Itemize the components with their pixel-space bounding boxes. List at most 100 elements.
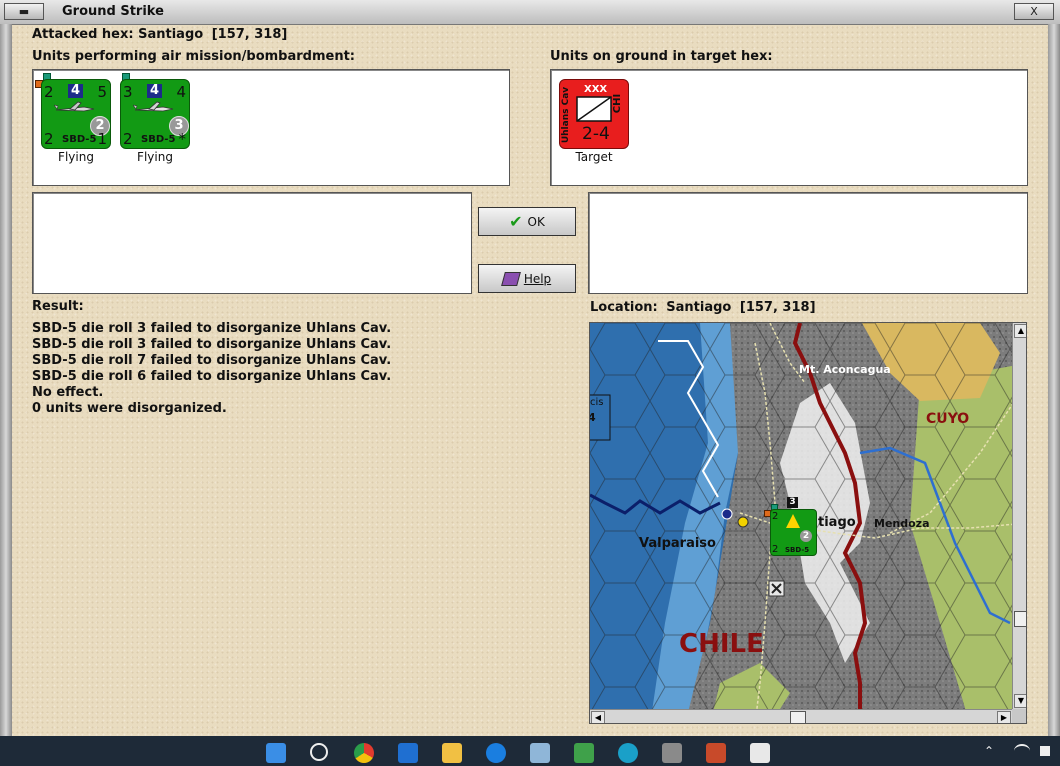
map-unit-top-value: 2 [772, 511, 779, 522]
attacked-hex-line: Attacked hex: Santiago [157, 318] [32, 27, 287, 42]
partial-box-text: cis [590, 397, 604, 408]
title-bar: ▬ Ground Strike X [0, 0, 1060, 25]
air-units-panel: 2 4 5 2 2 SBD-5 1 Flying 3 4 4 3 2 SBD-5… [32, 69, 510, 186]
santiago-label: tiago [818, 515, 856, 530]
unit-type-box: 4 [68, 84, 83, 98]
map-air-unit-counter[interactable]: 2 2 2 SBD-5 [770, 509, 817, 556]
calculator-icon[interactable] [662, 743, 682, 763]
scrollbar-corner [1012, 709, 1026, 723]
location-coords: [157, 318] [739, 300, 816, 315]
chile-label: CHILE [679, 629, 764, 659]
result-line: SBD-5 die roll 3 failed to disorganize U… [32, 321, 392, 336]
result-line: SBD-5 die roll 3 failed to disorganize U… [32, 337, 392, 352]
attacked-hex-place: Santiago [138, 27, 204, 42]
unit-extra-value: 1 [97, 130, 107, 148]
window-title: Ground Strike [62, 4, 164, 19]
vertical-scroll-thumb[interactable] [1014, 611, 1026, 627]
scroll-down-arrow-icon[interactable]: ▼ [1014, 694, 1026, 708]
mendoza-label: Mendoza [874, 517, 930, 530]
unit-size-marker: XXX [584, 84, 608, 95]
hp-app-icon[interactable] [398, 743, 418, 763]
help-book-icon [500, 271, 521, 286]
speaker-icon[interactable] [1040, 746, 1050, 756]
attacked-hex-coords: [157, 318] [211, 27, 288, 42]
close-button[interactable]: X [1014, 3, 1054, 20]
result-line: SBD-5 die roll 6 failed to disorganize U… [32, 369, 392, 384]
unit-type-box: 4 [147, 84, 162, 98]
air-unit-counter[interactable]: 2 4 5 2 2 SBD-5 1 [41, 79, 111, 149]
wargame-app-icon[interactable] [706, 743, 726, 763]
mt-aconcagua-label: Mt. Aconcagua [799, 363, 891, 376]
tray-chevron-icon[interactable]: ⌃ [984, 744, 994, 758]
scroll-left-arrow-icon[interactable]: ◀ [591, 711, 605, 723]
unit-range-value: 5 [97, 83, 107, 101]
ok-label: OK [527, 214, 545, 229]
partial-box-number: 4 [590, 411, 596, 424]
anchor-icon [721, 508, 733, 520]
scroll-right-arrow-icon[interactable]: ▶ [997, 711, 1011, 723]
left-frame [0, 24, 12, 736]
cavalry-symbol-icon [576, 96, 612, 122]
game-app-icon[interactable] [574, 743, 594, 763]
minimize-button[interactable]: ▬ [4, 3, 44, 20]
map-unit-steps: 2 [800, 530, 812, 542]
right-frame [1048, 24, 1060, 736]
unit-status: Flying [137, 150, 173, 164]
plane-icon [54, 101, 95, 112]
map-horizontal-scrollbar[interactable]: ◀ ▶ [590, 709, 1012, 723]
unit-status: Target [575, 150, 613, 164]
unit-name: SBD-5 [141, 134, 176, 145]
map-unit-bottom-value: 2 [772, 544, 779, 555]
chrome-browser-icon[interactable] [354, 743, 374, 763]
defender-info-panel [588, 192, 1028, 294]
file-explorer-icon[interactable] [442, 743, 462, 763]
unit-name-vertical: Uhlans Cav [561, 86, 571, 144]
unit-defense-value: 2 [123, 130, 133, 148]
unit-nation: CHI [611, 93, 623, 114]
horizontal-scroll-thumb[interactable] [790, 711, 806, 723]
map-unit-name: SBD-5 [785, 546, 810, 554]
attacked-hex-label: Attacked hex: [32, 27, 134, 42]
ground-units-panel: Uhlans Cav XXX CHI 2-4 Target [550, 69, 1028, 186]
attacker-info-panel [32, 192, 472, 294]
plane-icon [133, 101, 174, 112]
unit-range-value: 4 [176, 83, 186, 101]
result-heading: Result: [32, 299, 84, 314]
air-units-heading: Units performing air mission/bombardment… [32, 49, 356, 64]
unit-strength: 2-4 [582, 124, 610, 144]
explosion-icon [786, 514, 800, 528]
help-app-icon[interactable] [486, 743, 506, 763]
unit-attack-value: 2 [44, 83, 54, 101]
edge-browser-icon[interactable] [618, 743, 638, 763]
result-line: No effect. [32, 385, 104, 400]
map-vertical-scrollbar[interactable]: ▲ ▼ [1012, 323, 1026, 709]
result-line: SBD-5 die roll 7 failed to disorganize U… [32, 353, 392, 368]
os-taskbar: ⌃ [0, 736, 1060, 766]
unit-attack-value: 3 [123, 83, 133, 101]
unit-name: SBD-5 [62, 134, 97, 145]
valparaiso-label: Valparaiso [639, 536, 716, 551]
start-menu-icon[interactable] [266, 743, 286, 763]
checkmark-icon: ✔ [509, 212, 523, 231]
ok-button[interactable]: ✔ OK [478, 207, 576, 236]
location-place: Santiago [666, 300, 732, 315]
result-list: SBD-5 die roll 3 failed to disorganize U… [32, 321, 391, 417]
location-line: Location: Santiago [157, 318] [590, 300, 816, 315]
location-label: Location: [590, 300, 658, 315]
wifi-icon[interactable] [1014, 744, 1030, 758]
help-button[interactable]: Help [478, 264, 576, 293]
unit-extra-value: * [178, 130, 187, 148]
air-unit-counter[interactable]: 3 4 4 3 2 SBD-5 * [120, 79, 190, 149]
ground-unit-counter[interactable]: Uhlans Cav XXX CHI 2-4 [559, 79, 629, 149]
ground-strike-window: ▬ Ground Strike X Attacked hex: Santiago… [0, 0, 1060, 736]
search-icon[interactable] [310, 743, 328, 761]
photos-app-icon[interactable] [530, 743, 550, 763]
city-icon [737, 516, 749, 528]
scroll-up-arrow-icon[interactable]: ▲ [1014, 324, 1026, 338]
unit-defense-value: 2 [44, 130, 54, 148]
stack-count-badge: 3 [787, 497, 798, 508]
location-map[interactable]: cis 4 Mt. Aconcagua CUYO tiago Mendoza V… [589, 322, 1027, 724]
unit-status: Flying [58, 150, 94, 164]
active-app-icon[interactable] [750, 743, 770, 763]
cuyo-label: CUYO [926, 411, 970, 427]
